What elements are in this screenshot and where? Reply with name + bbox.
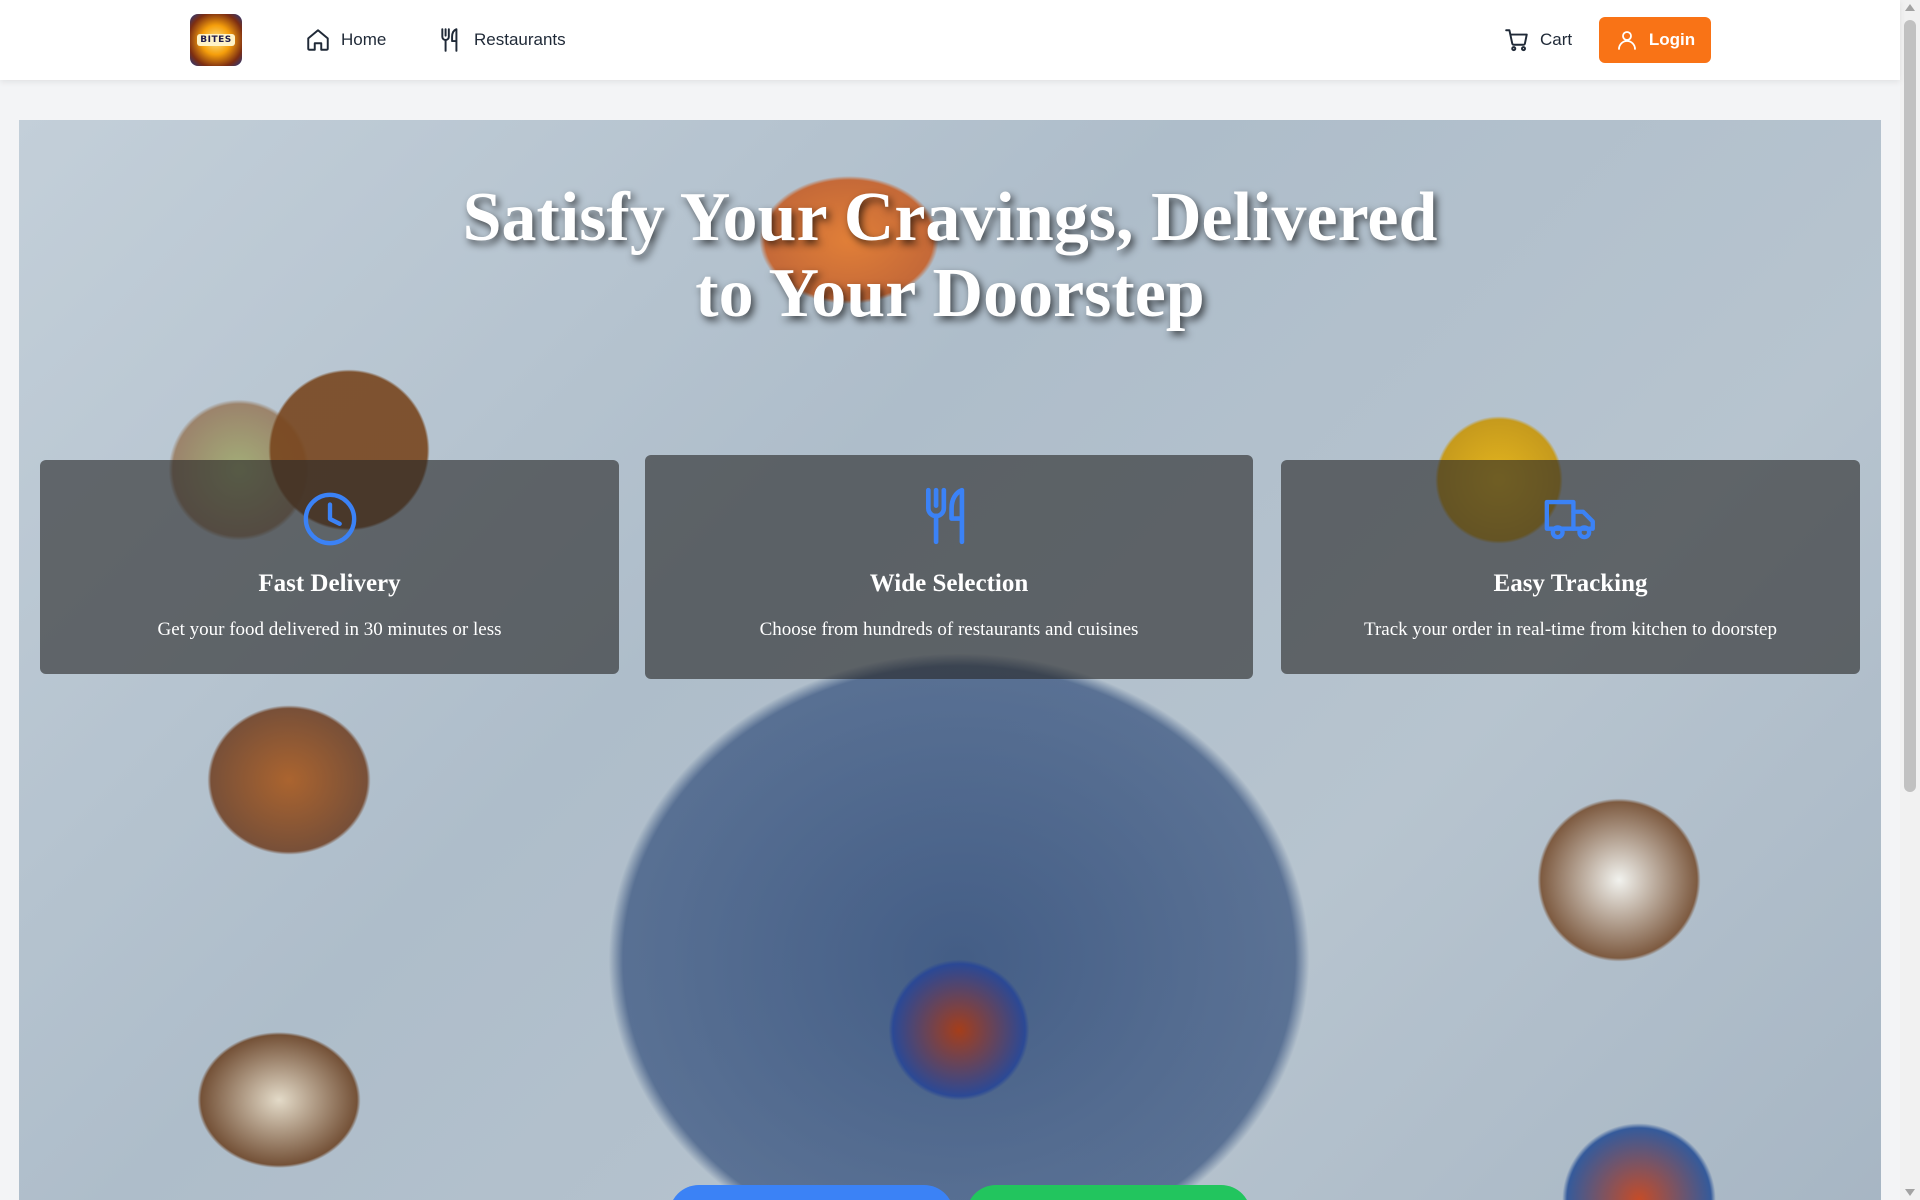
- scroll-down-arrow-icon[interactable]: [1905, 1189, 1915, 1196]
- nav-restaurants-label: Restaurants: [474, 30, 566, 49]
- cart-label: Cart: [1540, 30, 1573, 49]
- logo-text: BITES: [197, 34, 235, 46]
- hero-section: Satisfy Your Cravings, Delivered to Your…: [19, 120, 1881, 1200]
- hero-title-line-2: to Your Doorstep: [695, 255, 1205, 332]
- login-button[interactable]: Login: [1599, 17, 1711, 63]
- brand-logo[interactable]: BITES: [190, 14, 242, 66]
- feature-card-easy-tracking: Easy Tracking Track your order in real-t…: [1281, 460, 1860, 674]
- secondary-cta-button[interactable]: [966, 1185, 1251, 1200]
- nav-home-label: Home: [341, 30, 387, 49]
- clock-icon: [303, 492, 356, 546]
- login-label: Login: [1648, 30, 1696, 49]
- scrollbar-thumb[interactable]: [1904, 20, 1916, 792]
- truck-icon: [1544, 499, 1595, 540]
- feature-title: Fast Delivery: [258, 570, 401, 597]
- navbar: BITES Home Restaurants Cart Login: [0, 0, 1900, 80]
- hero-title: Satisfy Your Cravings, Delivered to Your…: [19, 180, 1881, 332]
- scroll-up-arrow-icon[interactable]: [1905, 4, 1915, 11]
- shopping-cart-icon: [1505, 29, 1528, 52]
- feature-card-wide-selection: Wide Selection Choose from hundreds of r…: [645, 455, 1253, 679]
- home-icon: [307, 29, 329, 51]
- feature-description: Track your order in real-time from kitch…: [1364, 619, 1777, 640]
- feature-title: Wide Selection: [869, 570, 1029, 597]
- hero-title-line-1: Satisfy Your Cravings, Delivered: [462, 179, 1438, 256]
- cart-link[interactable]: Cart: [1504, 22, 1572, 58]
- feature-card-fast-delivery: Fast Delivery Get your food delivered in…: [40, 460, 619, 674]
- feature-description: Get your food delivered in 30 minutes or…: [157, 619, 502, 640]
- primary-cta-button[interactable]: [669, 1185, 954, 1200]
- nav-restaurants-link[interactable]: Restaurants: [438, 22, 566, 58]
- feature-description: Choose from hundreds of restaurants and …: [759, 619, 1139, 640]
- nav-home-link[interactable]: Home: [305, 22, 386, 58]
- utensils-icon: [441, 28, 458, 52]
- utensils-icon: [926, 487, 965, 545]
- user-icon: [1617, 31, 1636, 50]
- feature-title: Easy Tracking: [1493, 570, 1648, 597]
- page-scrollbar[interactable]: [1900, 0, 1920, 1200]
